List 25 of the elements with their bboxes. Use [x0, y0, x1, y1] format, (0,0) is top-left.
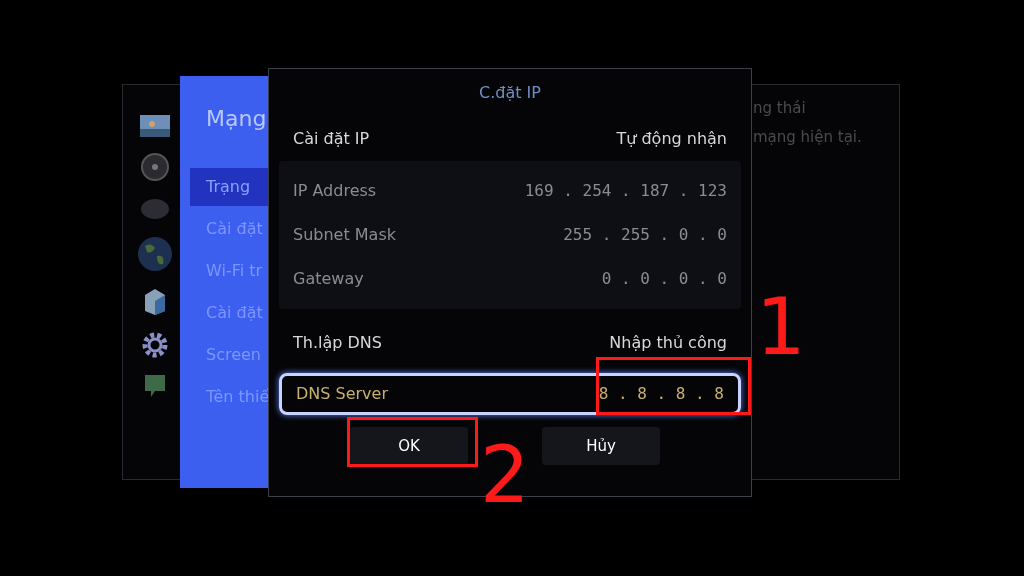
setting-label: Cài đặt IP [293, 128, 370, 150]
setting-value: Tự động nhận [616, 128, 727, 150]
settings-icon[interactable] [142, 332, 168, 358]
field-value: 0 . 0 . 0 . 0 [601, 268, 727, 290]
menu-title: Mạng [205, 105, 268, 133]
help-icon[interactable] [143, 373, 167, 399]
setting-label: Th.lập DNS [293, 332, 382, 354]
field-label: IP Address [293, 180, 377, 202]
step-number: 2 [480, 436, 530, 514]
field-value: 169 . 254 . 187 . 123 [524, 180, 727, 202]
picture-icon[interactable] [140, 115, 170, 137]
cube-icon[interactable] [143, 287, 167, 317]
setting-value: Nhập thủ công [609, 332, 727, 354]
globe-icon[interactable] [137, 236, 173, 272]
panel-text: mạng hiện tại. [753, 126, 862, 148]
dialog-title: C.đặt IP [478, 82, 542, 104]
field-label: Gateway [293, 268, 364, 290]
field-label: Subnet Mask [293, 224, 396, 246]
dialog-button[interactable]: OK [350, 427, 468, 465]
step-number: 1 [756, 288, 806, 366]
dialog-button[interactable]: Hủy [542, 427, 660, 465]
speaker-icon[interactable] [140, 152, 170, 182]
field-value: 255 . 255 . 0 . 0 [563, 224, 727, 246]
panel-text: ng thái [753, 98, 807, 119]
dns-server-field[interactable]: DNS Server 8 . 8 . 8 . 8 [279, 373, 741, 415]
